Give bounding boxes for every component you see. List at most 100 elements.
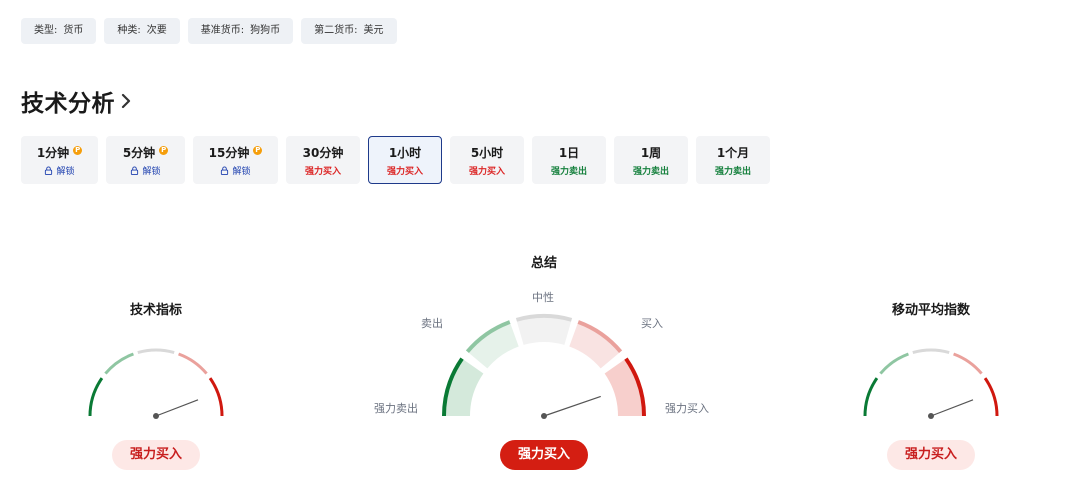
interval-tab[interactable]: 1分钟 P 解锁 bbox=[21, 136, 98, 184]
summary-title: 总结 bbox=[530, 256, 557, 271]
interval-label: 1周 bbox=[640, 145, 662, 160]
interval-label: 5分钟 bbox=[122, 145, 156, 160]
gauge-track-fill bbox=[604, 359, 642, 417]
pro-badge-icon: P bbox=[73, 145, 83, 155]
chevron-right-icon bbox=[121, 93, 131, 109]
gauge-needle bbox=[543, 395, 601, 417]
gauge-track-fill bbox=[568, 323, 620, 369]
interval-tab-top: 15分钟 P bbox=[209, 144, 263, 161]
interval-signal: 强力买入 bbox=[305, 164, 341, 177]
summary-result-badge: 强力买入 bbox=[500, 440, 588, 470]
interval-label: 5小时 bbox=[470, 145, 504, 160]
tag-value: 货币 bbox=[63, 25, 84, 36]
interval-tab-top: 1日 bbox=[559, 144, 579, 161]
tag-label: 类型: bbox=[34, 25, 58, 36]
interval-status: 强力卖出 bbox=[714, 166, 751, 177]
interval-label: 30分钟 bbox=[302, 145, 344, 160]
gauge-track-fill bbox=[468, 323, 520, 369]
interval-tab[interactable]: 1周强力卖出 bbox=[614, 136, 688, 184]
gauge-needle bbox=[930, 399, 974, 417]
interval-label: 1小时 bbox=[388, 145, 422, 160]
pro-badge-icon: P bbox=[159, 145, 169, 155]
technical-analysis-link[interactable]: 技术分析 bbox=[21, 84, 131, 118]
interval-tab-top: 5分钟 P bbox=[122, 144, 169, 161]
interval-tab[interactable]: 15分钟 P 解锁 bbox=[193, 136, 278, 184]
unlock-link[interactable]: 解锁 bbox=[220, 164, 251, 177]
gauge-segment-strong-buy bbox=[983, 377, 999, 417]
lock-icon bbox=[45, 165, 53, 175]
interval-signal: 强力卖出 bbox=[715, 164, 751, 177]
tag-value: 次要 bbox=[146, 25, 167, 36]
interval-status: 强力买入 bbox=[386, 166, 423, 177]
gauge-label-strong-sell: 强力卖出 bbox=[374, 402, 418, 415]
interval-tab-top: 5小时 bbox=[471, 144, 503, 161]
interval-label: 1分钟 bbox=[36, 145, 70, 160]
interval-status: 强力卖出 bbox=[550, 166, 587, 177]
tag-label: 第二货币: bbox=[314, 25, 358, 36]
gauge-track-fill bbox=[516, 318, 572, 345]
page-title: 技术分析 bbox=[21, 91, 115, 117]
interval-signal: 强力买入 bbox=[387, 164, 423, 177]
gauge-segment-strong-buy bbox=[208, 377, 224, 417]
gauge-needle-pivot bbox=[153, 413, 159, 419]
interval-tab[interactable]: 30分钟强力买入 bbox=[286, 136, 360, 184]
moving-averages-title: 移动平均指数 bbox=[891, 303, 970, 318]
gauge-label-strong-buy: 强力买入 bbox=[665, 402, 709, 415]
interval-tab[interactable]: 5分钟 P 解锁 bbox=[106, 136, 185, 184]
summary-gauge bbox=[442, 314, 646, 419]
gauge-needle-pivot bbox=[541, 413, 547, 419]
interval-tab-top: 1周 bbox=[641, 144, 661, 161]
interval-label: 1日 bbox=[558, 145, 580, 160]
tag-category: 种类: 次要 bbox=[104, 18, 180, 44]
gauge-segment-neutral bbox=[137, 348, 175, 355]
gauge-segment-strong-sell bbox=[88, 377, 104, 417]
gauge-segment-buy bbox=[178, 352, 208, 375]
indicators-result-badge: 强力买入 bbox=[112, 440, 200, 470]
gauge-segment-sell bbox=[879, 352, 909, 375]
interval-tab-top: 1小时 bbox=[389, 144, 421, 161]
interval-status: 强力买入 bbox=[468, 166, 505, 177]
tag-value: 美元 bbox=[363, 25, 384, 36]
gauge-track-fill bbox=[446, 359, 484, 417]
gauge-needle bbox=[155, 399, 199, 417]
gauge-segment-strong-sell bbox=[863, 377, 879, 417]
interval-status: 解锁 bbox=[142, 166, 161, 177]
interval-tab-top: 30分钟 bbox=[303, 144, 344, 161]
interval-signal: 强力买入 bbox=[469, 164, 505, 177]
tag-second-currency: 第二货币: 美元 bbox=[301, 18, 397, 44]
gauge-segment-sell bbox=[104, 352, 134, 375]
interval-tab[interactable]: 1个月强力卖出 bbox=[696, 136, 770, 184]
unlock-link[interactable]: 解锁 bbox=[130, 164, 161, 177]
gauge-needle-pivot bbox=[928, 413, 934, 419]
instrument-tags: 类型: 货币 种类: 次要 基准货币: 狗狗币 第二货币: 美元 bbox=[21, 18, 397, 44]
moving-averages-result-badge: 强力买入 bbox=[887, 440, 975, 470]
interval-label: 1个月 bbox=[716, 145, 750, 160]
lock-icon bbox=[131, 165, 139, 175]
interval-tabs: 1分钟 P 解锁 5分钟 P 解锁 15分钟 P 解锁 30分钟 强力买入 1小时 强力买入 5小时 强力买… bbox=[21, 136, 770, 184]
tag-value: 狗狗币 bbox=[250, 25, 281, 36]
interval-tab[interactable]: 1小时强力买入 bbox=[368, 136, 442, 184]
interval-label: 15分钟 bbox=[208, 145, 250, 160]
interval-tab[interactable]: 5小时强力买入 bbox=[450, 136, 524, 184]
tag-type: 类型: 货币 bbox=[21, 18, 97, 44]
interval-signal: 强力卖出 bbox=[551, 164, 587, 177]
gauge-segment-buy bbox=[953, 352, 983, 375]
tag-label: 基准货币: bbox=[200, 25, 245, 36]
unlock-link[interactable]: 解锁 bbox=[44, 164, 75, 177]
interval-tab-top: 1分钟 P bbox=[36, 144, 83, 161]
tag-label: 种类: bbox=[117, 25, 141, 36]
indicators-gauge bbox=[88, 348, 224, 419]
interval-status: 强力卖出 bbox=[632, 166, 669, 177]
interval-status: 解锁 bbox=[56, 166, 75, 177]
interval-status: 强力买入 bbox=[304, 166, 341, 177]
lock-icon bbox=[221, 165, 229, 175]
indicators-title: 技术指标 bbox=[129, 303, 182, 318]
interval-signal: 强力卖出 bbox=[633, 164, 669, 177]
interval-tab[interactable]: 1日强力卖出 bbox=[532, 136, 606, 184]
gauge-segment-neutral bbox=[912, 348, 950, 355]
gauge-label-neutral: 中性 bbox=[532, 291, 554, 304]
pro-badge-icon: P bbox=[253, 145, 263, 155]
interval-tab-top: 1个月 bbox=[717, 144, 749, 161]
interval-status: 解锁 bbox=[232, 166, 251, 177]
moving-averages-gauge bbox=[863, 348, 999, 419]
